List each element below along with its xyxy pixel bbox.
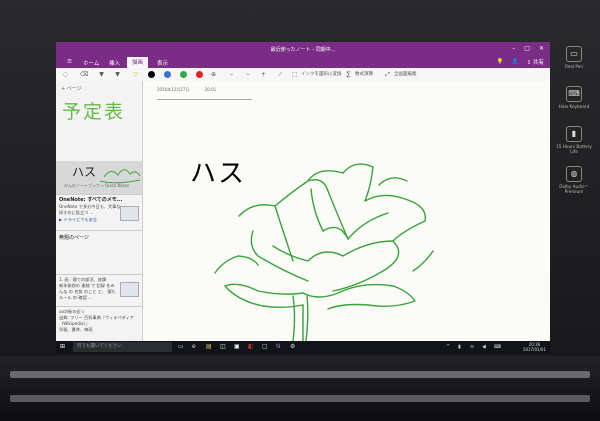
stroke-preview-icon: ∼ — [245, 71, 251, 78]
thickness-decrease-icon[interactable]: – — [228, 71, 235, 78]
ink-to-shape-icon: ⬚ — [291, 71, 298, 78]
ink-math-button[interactable]: 数式演算 — [355, 71, 373, 77]
key-halo-keyboard[interactable]: ⌨ Halo Keyboard — [556, 86, 592, 126]
battery-icon[interactable]: ▮ — [458, 344, 464, 350]
taskbar-clock[interactable]: 20:36 2017/01/01 — [523, 342, 546, 352]
screen: 最近使ったノート - 同期中... – □ ✕ ☰ ホーム 挿入 描画 表示 💡… — [56, 42, 550, 354]
page-item-hasu[interactable]: ハス のんのノートブック » Quick Notes — [56, 161, 142, 195]
app-icon[interactable]: ▣ — [234, 344, 240, 350]
tab-insert[interactable]: 挿入 — [104, 58, 125, 68]
draw-toolbar: ◌ ⌫ ▼ ▼ ▽ ⊕ – ∼ + ⟋ ⬚ インクを図形に変換 ∑ 数式演算 ⤢… — [56, 68, 550, 82]
office-icon[interactable]: ◧ — [248, 344, 254, 350]
lasso-select-icon[interactable]: ◌ — [62, 71, 69, 78]
hinge-link — [10, 371, 590, 378]
ribbon-menu-icon[interactable]: ☰ — [62, 58, 77, 66]
page-thumbnail — [120, 282, 139, 297]
key-label: Dolby Audio™ Premium — [559, 184, 589, 194]
store-icon[interactable]: ◫ — [220, 344, 226, 350]
windows-start-icon[interactable]: ⊞ — [60, 344, 66, 350]
page-item-line: ルール の 確認 ... — [59, 295, 93, 300]
fullscreen-button[interactable]: 全画面編集 — [394, 71, 417, 77]
keyboard-icon: ⌨ — [566, 86, 582, 102]
volume-icon[interactable]: ◀ — [482, 344, 488, 350]
onenote-icon[interactable]: N — [276, 344, 282, 350]
pen-color-red[interactable] — [196, 71, 203, 78]
lotus-drawing — [214, 163, 434, 341]
tray-up-icon[interactable]: ^ — [446, 344, 452, 350]
ruler-icon[interactable]: ⟋ — [277, 71, 284, 78]
hinge-link — [10, 395, 590, 402]
dolby-icon: ◍ — [566, 166, 582, 182]
page-thumbnail — [120, 206, 139, 221]
ink-to-shape-button[interactable]: インクを図形に変換 — [301, 71, 342, 77]
battery-icon: ▮ — [566, 126, 582, 142]
pen-color-blue[interactable] — [164, 71, 171, 78]
app2-icon[interactable]: ▢ — [262, 344, 268, 350]
file-explorer-icon[interactable]: ▤ — [206, 344, 212, 350]
key-label: 15 Hours Battery Life — [556, 144, 592, 154]
keyboard-icon[interactable]: ⌨ — [494, 344, 501, 350]
page-thumbnail-sketch — [99, 169, 141, 184]
window-titlebar: 最近使ったノート - 同期中... – □ ✕ — [56, 42, 550, 56]
page-item-untitled[interactable]: 無題のページ — [56, 230, 142, 275]
pen-color-green[interactable] — [180, 71, 187, 78]
key-label: Real Pen — [565, 64, 583, 69]
pen-icon[interactable]: ▼ — [98, 71, 105, 78]
pen-color-black[interactable] — [148, 71, 155, 78]
task-view-icon[interactable]: ▭ — [178, 344, 184, 350]
halo-side-keys: ▭ Real Pen ⌨ Halo Keyboard ▮ 15 Hours Ba… — [556, 46, 592, 206]
page-item-title: 無題のページ — [59, 235, 89, 241]
edge-icon[interactable]: e — [192, 344, 198, 350]
eraser-icon[interactable]: ⌫ — [80, 71, 88, 78]
windows-taskbar: ⊞ 何でも聞いてください ▭ e ▤ ◫ ▣ ◧ ▢ N ⚙ ^ ▮ ≋ ◀ ⌨… — [56, 341, 550, 354]
note-canvas[interactable]: 2016年12月27日 20:01 ハス — [143, 81, 550, 341]
page-item-notebook: のんのノートブック » Quick Notes — [64, 183, 130, 188]
share-icon: ⇪ — [526, 60, 532, 66]
minimize-button[interactable]: – — [512, 45, 515, 52]
page-item-onenote[interactable]: OneNote: すべてのメモ... OneNote で多分今日も、大事な 探す… — [56, 194, 142, 231]
page-item-line: ▶ ドライビでも安全 — [59, 217, 98, 222]
settings-icon[interactable]: ⚙ — [290, 344, 296, 350]
taskbar-search-input[interactable]: 何でも聞いてください — [73, 342, 172, 352]
key-label: Halo Keyboard — [558, 104, 590, 109]
lightbulb-icon[interactable]: 💡 — [497, 59, 504, 65]
page-item-schedule[interactable]: 1. 画 : 寝ての部活、放課 新年挨拶の 連絡 で 記録 をみ んな の 名前… — [56, 274, 142, 307]
section-title: 予定表 — [62, 101, 126, 123]
share-label: 共有 — [532, 60, 544, 66]
tab-view[interactable]: 表示 — [152, 58, 173, 68]
highlighter-icon[interactable]: ▽ — [132, 71, 139, 78]
page-item-title: OneNote: すべてのメモ... — [59, 197, 123, 203]
close-button[interactable]: ✕ — [539, 45, 544, 52]
window-title: 最近使ったノート - 同期中... — [270, 47, 336, 53]
key-real-pen[interactable]: ▭ Real Pen — [556, 46, 592, 86]
watchband-hinge — [0, 356, 600, 421]
ribbon-tabs: ☰ ホーム 挿入 描画 表示 💡 👤 ⇪ 共有 — [56, 56, 550, 69]
page-item-line: 早稲、夏休、梅雨 — [59, 327, 93, 332]
pen2-icon[interactable]: ▼ — [114, 71, 121, 78]
share-button[interactable]: ⇪ 共有 — [527, 58, 544, 66]
add-pen-icon[interactable]: ⊕ — [210, 71, 217, 78]
key-dolby[interactable]: ◍ Dolby Audio™ Premium — [556, 166, 592, 206]
wifi-icon[interactable]: ≋ — [470, 344, 476, 350]
page-item-line: 探すのに役立つ ... — [59, 210, 94, 215]
key-battery[interactable]: ▮ 15 Hours Battery Life — [556, 126, 592, 166]
maximize-button[interactable]: □ — [524, 45, 530, 52]
add-page-button[interactable]: + ページ — [61, 85, 82, 92]
tab-home[interactable]: ホーム — [78, 58, 104, 68]
clock-date: 2017/01/01 — [522, 347, 546, 352]
user-icon[interactable]: 👤 — [512, 59, 519, 65]
ink-math-icon: ∑ — [346, 71, 351, 78]
thickness-increase-icon[interactable]: + — [260, 71, 267, 78]
page-item-wiki[interactable]: ooの駅の近く 出典: フリー 百科事典『ウィキペディア （Wikipedia）… — [56, 306, 142, 341]
page-list-sidebar: + ページ 予定表 ハス のんのノートブック » Quick Notes One… — [56, 81, 143, 341]
pen-tablet-icon: ▭ — [566, 46, 582, 62]
fullscreen-icon: ⤢ — [385, 71, 390, 78]
